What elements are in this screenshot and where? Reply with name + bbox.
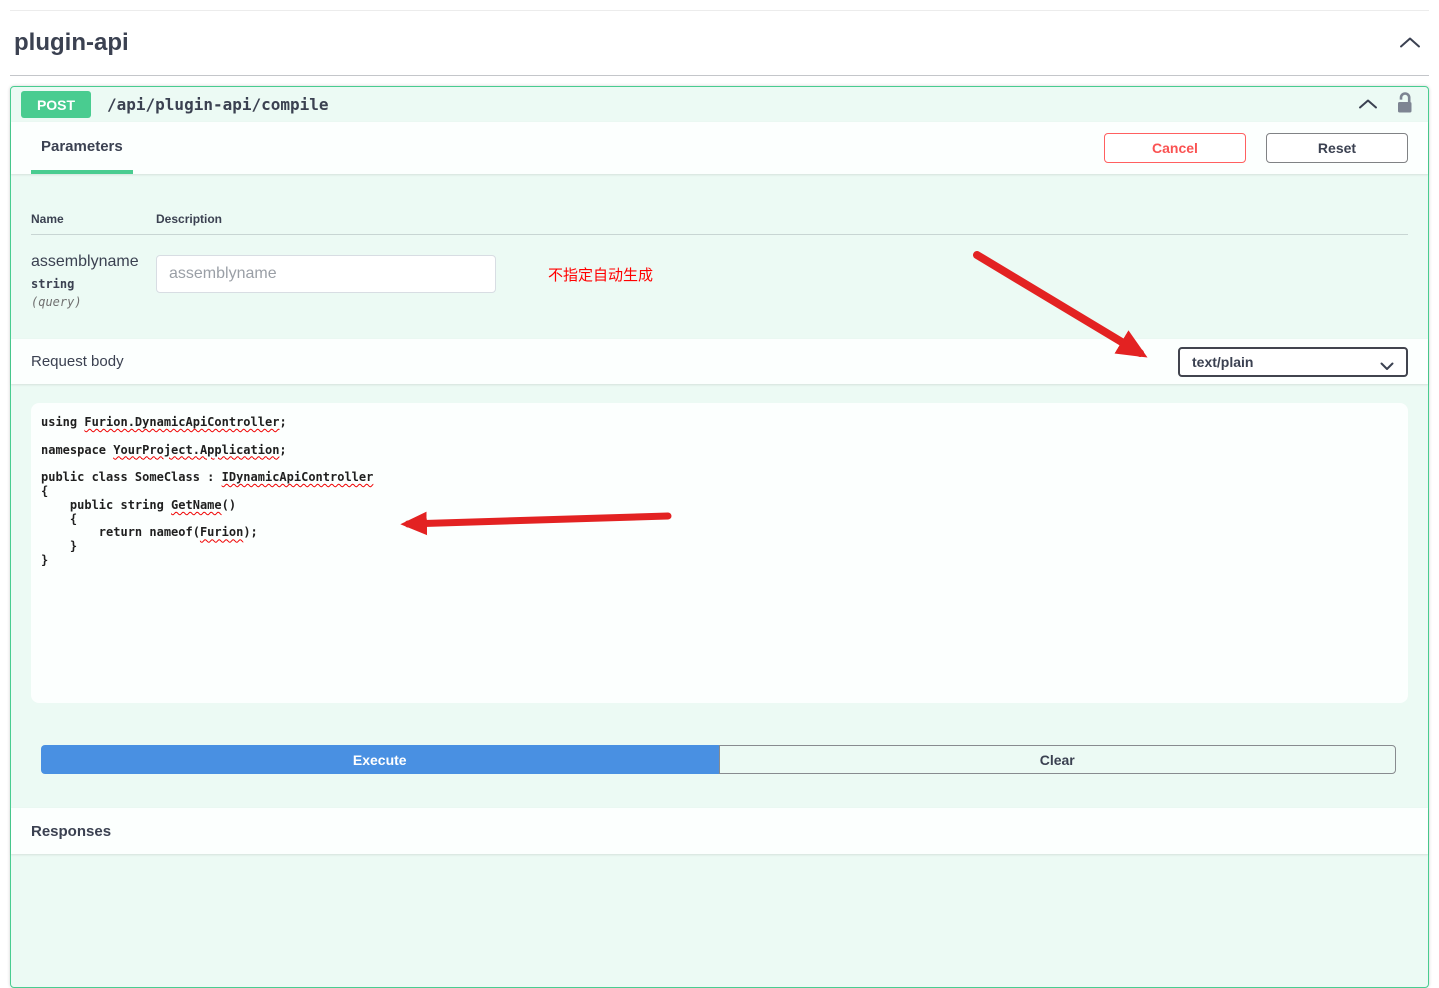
clear-button[interactable]: Clear (719, 745, 1397, 774)
opblock-post: POST /api/plugin-api/compile Parameters … (10, 86, 1429, 988)
tab-parameters[interactable]: Parameters (31, 122, 133, 174)
parameter-description: 不指定自动生成 (548, 264, 653, 285)
execute-row: Execute Clear (41, 745, 1396, 774)
assemblyname-input[interactable] (156, 255, 496, 293)
chevron-down-icon (1380, 358, 1394, 374)
column-header-name: Name (31, 212, 156, 226)
responses-label: Responses (31, 823, 111, 840)
request-body-header: Request body text/plain (11, 339, 1428, 384)
parameter-name: assemblyname (31, 253, 156, 271)
operation-summary[interactable]: POST /api/plugin-api/compile (11, 87, 1428, 122)
operation-collapse-button[interactable] (1354, 93, 1382, 116)
tag-collapse-button[interactable] (1395, 32, 1425, 55)
cancel-button[interactable]: Cancel (1104, 133, 1246, 163)
reset-button[interactable]: Reset (1266, 133, 1408, 163)
request-body-label: Request body (31, 353, 124, 370)
request-body-section: using Furion.DynamicApiController; names… (11, 384, 1428, 703)
parameters-header: Parameters Cancel Reset (11, 122, 1428, 174)
method-badge: POST (21, 91, 91, 118)
authorize-lock-button[interactable] (1391, 87, 1418, 122)
parameter-row: assemblyname string (query) 不指定自动生成 (31, 235, 1408, 309)
parameter-location: (query) (31, 295, 156, 309)
request-body-editor[interactable]: using Furion.DynamicApiController; names… (31, 403, 1408, 703)
parameter-type: string (31, 277, 156, 291)
unlocked-padlock-icon (1395, 91, 1414, 118)
parameters-table: Name Description assemblyname string (qu… (11, 174, 1428, 339)
execute-button[interactable]: Execute (41, 745, 719, 774)
column-header-description: Description (156, 212, 222, 226)
parameters-table-header: Name Description (31, 212, 1408, 235)
responses-header: Responses (11, 808, 1428, 854)
content-type-select[interactable]: text/plain (1178, 347, 1408, 377)
chevron-up-icon (1358, 97, 1378, 112)
chevron-up-icon (1399, 36, 1421, 51)
content-type-value: text/plain (1192, 354, 1253, 370)
tag-header: plugin-api (10, 11, 1429, 76)
tag-title: plugin-api (14, 29, 129, 57)
operation-path: /api/plugin-api/compile (107, 95, 329, 114)
